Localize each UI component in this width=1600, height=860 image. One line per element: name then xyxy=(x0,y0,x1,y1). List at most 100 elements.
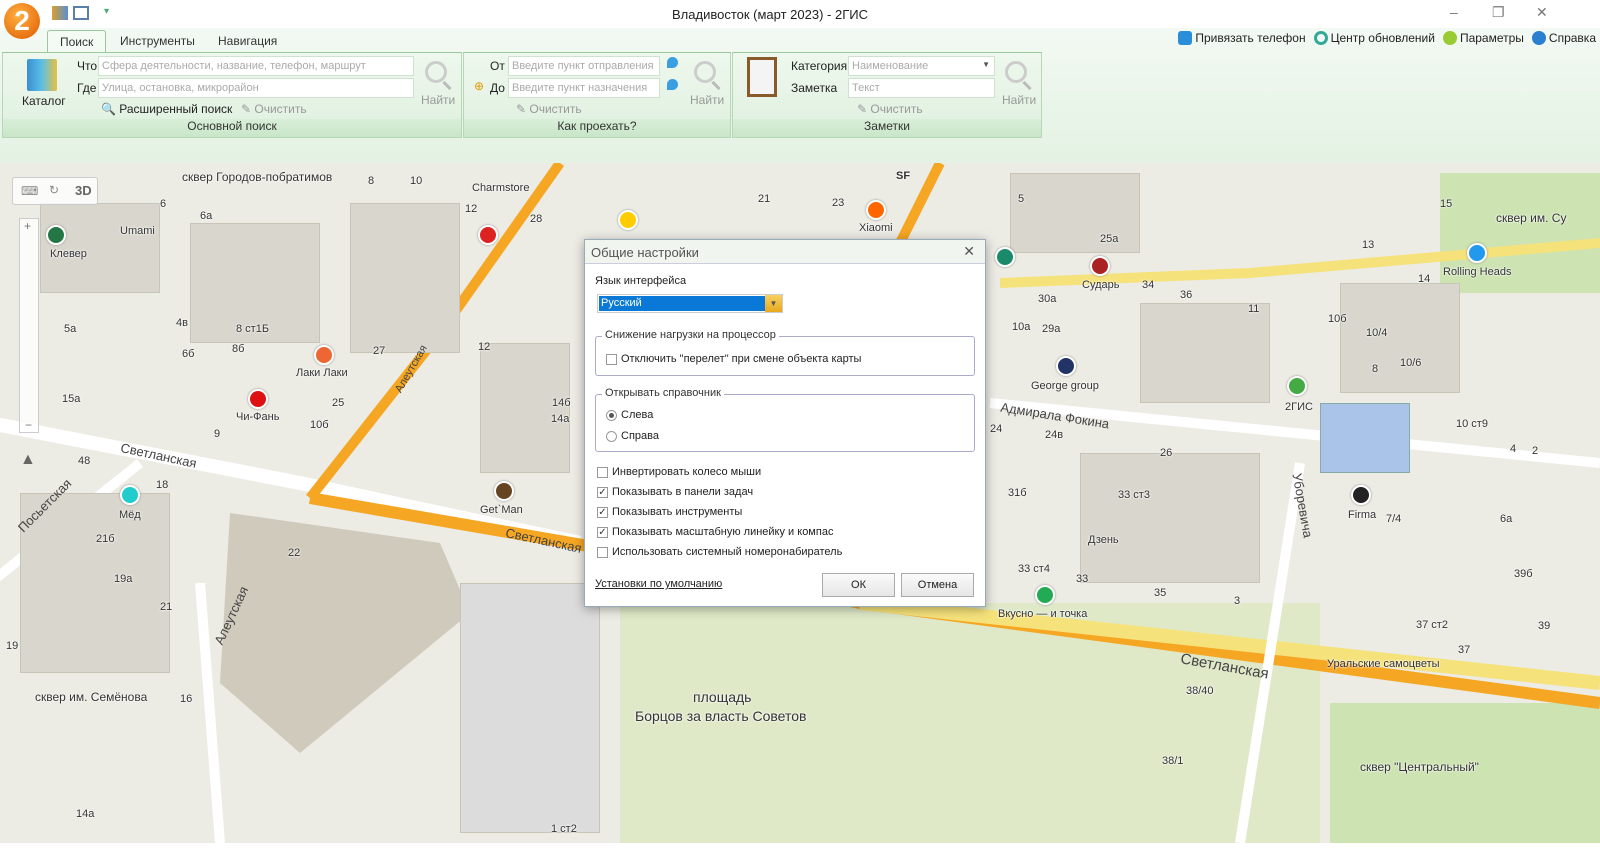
notes-clipboard-icon[interactable] xyxy=(747,57,777,97)
map-label[interactable]: George group xyxy=(1031,380,1099,392)
map-label[interactable]: Сударь xyxy=(1082,279,1119,291)
map-label[interactable]: Уральские самоцветы xyxy=(1327,658,1440,670)
to-input[interactable]: Введите пункт назначения xyxy=(508,78,660,98)
poi-icon[interactable] xyxy=(478,225,498,245)
restore-defaults-link[interactable]: Установки по умолчанию xyxy=(595,578,722,590)
link-update-center[interactable]: Центр обновлений xyxy=(1313,31,1435,45)
advanced-search-button[interactable]: 🔍 Расширенный поиск xyxy=(101,102,232,116)
tab-navigation[interactable]: Навигация xyxy=(206,30,289,52)
poi-icon[interactable] xyxy=(120,485,140,505)
map-label[interactable]: SF xyxy=(896,170,910,182)
zoom-in-button[interactable]: + xyxy=(24,219,31,233)
route-clear-button[interactable]: ✎ Очистить xyxy=(516,102,582,116)
poi-icon[interactable] xyxy=(1035,585,1055,605)
ok-button[interactable]: ОК xyxy=(822,573,895,597)
route-find-button[interactable]: Найти xyxy=(690,93,724,107)
poi-icon[interactable] xyxy=(1090,256,1110,276)
map-label[interactable]: Мёд xyxy=(119,509,141,521)
checkbox[interactable]: ✓ xyxy=(597,526,608,538)
poi-icon[interactable] xyxy=(1056,356,1076,376)
map-label[interactable]: Вкусно — и точка xyxy=(998,608,1087,620)
map-label[interactable]: сквер им. Су xyxy=(1496,211,1566,225)
find-button[interactable]: Найти xyxy=(421,93,455,107)
map-label[interactable]: Дзень xyxy=(1088,534,1119,546)
link-parameters[interactable]: Параметры xyxy=(1442,31,1524,45)
where-input[interactable]: Улица, остановка, микрорайон xyxy=(98,78,414,98)
map-label[interactable]: Umami xyxy=(120,225,155,237)
checkbox[interactable] xyxy=(606,353,617,365)
map-label[interactable]: площадь xyxy=(693,689,751,705)
link-help[interactable]: Справка xyxy=(1531,31,1596,45)
chevron-down-icon[interactable]: ▼ xyxy=(765,295,782,312)
poi-icon[interactable] xyxy=(494,481,514,501)
radio-left[interactable]: Слева xyxy=(606,409,653,421)
route-find-icon[interactable] xyxy=(694,61,716,83)
disable-flight-checkbox[interactable]: Отключить "перелет" при смене объекта ка… xyxy=(606,353,861,365)
language-select[interactable]: Русский ▼ xyxy=(597,294,783,313)
map-label[interactable]: Firma xyxy=(1348,509,1376,521)
checkbox[interactable] xyxy=(597,466,608,478)
radio-right[interactable]: Справа xyxy=(606,430,659,442)
clear-button[interactable]: ✎ Очистить xyxy=(241,102,307,116)
pick-to-icon[interactable] xyxy=(667,79,678,90)
zoom-out-button[interactable]: − xyxy=(25,418,32,432)
poi-icon[interactable] xyxy=(866,200,886,220)
poi-icon[interactable] xyxy=(1287,376,1307,396)
catalog-button[interactable]: Каталог xyxy=(22,94,66,108)
notes-find-button[interactable]: Найти xyxy=(1002,93,1036,107)
option-checkbox[interactable]: Инвертировать колесо мыши xyxy=(597,466,761,478)
map-label[interactable]: сквер им. Семёнова xyxy=(35,690,147,704)
tab-search[interactable]: Поиск xyxy=(47,30,107,52)
notes-find-icon[interactable] xyxy=(1005,61,1027,83)
poi-icon[interactable] xyxy=(314,345,334,365)
pick-from-icon[interactable] xyxy=(667,57,678,68)
option-checkbox[interactable]: ✓ Показывать масштабную линейку и компас xyxy=(597,526,833,538)
dialog-close-button[interactable]: ✕ xyxy=(963,243,975,260)
poi-icon[interactable] xyxy=(1351,485,1371,505)
rotate-icon[interactable]: ↻ xyxy=(49,183,59,197)
what-input[interactable]: Сфера деятельности, название, телефон, м… xyxy=(98,56,414,76)
poi-icon[interactable] xyxy=(248,389,268,409)
poi-icon[interactable] xyxy=(995,247,1015,267)
radio[interactable] xyxy=(606,409,617,421)
minimize-button[interactable]: – xyxy=(1450,4,1458,20)
restore-button[interactable]: ❐ xyxy=(1492,4,1505,21)
cancel-button[interactable]: Отмена xyxy=(901,573,974,597)
route-search-icon[interactable]: ⊕ xyxy=(474,79,484,93)
map-label[interactable]: Charmstore xyxy=(472,182,529,194)
app-logo[interactable]: 2 xyxy=(4,3,40,39)
note-input[interactable]: Текст xyxy=(848,78,995,98)
keyboard-icon[interactable]: ⌨ xyxy=(21,184,38,198)
radio[interactable] xyxy=(606,430,617,442)
option-checkbox[interactable]: Использовать системный номеронабиратель xyxy=(597,546,842,558)
map-label[interactable]: Rolling Heads xyxy=(1443,266,1511,278)
map-label[interactable]: Get`Man xyxy=(480,504,523,516)
checkbox[interactable]: ✓ xyxy=(597,506,608,518)
map-label[interactable]: Клевер xyxy=(50,248,87,260)
poi-icon[interactable] xyxy=(1467,243,1487,263)
compass-icon[interactable]: ▲ xyxy=(20,451,36,469)
search-icon[interactable] xyxy=(425,61,447,83)
map-label[interactable]: Лаки Лаки xyxy=(296,367,348,379)
link-bind-phone[interactable]: Привязать телефон xyxy=(1178,31,1306,45)
close-button[interactable]: ✕ xyxy=(1536,4,1548,21)
option-checkbox[interactable]: ✓ Показывать в панели задач xyxy=(597,486,753,498)
map-label[interactable]: 2ГИС xyxy=(1285,401,1313,413)
checkbox[interactable] xyxy=(597,546,608,558)
map-label[interactable]: Чи-Фань xyxy=(236,411,279,423)
poi-icon[interactable] xyxy=(618,210,638,230)
category-select[interactable]: Наименование ▼ xyxy=(848,56,995,76)
option-checkbox[interactable]: ✓ Показывать инструменты xyxy=(597,506,742,518)
zoom-slider[interactable]: + − xyxy=(19,218,39,433)
notes-clear-button[interactable]: ✎ Очистить xyxy=(857,102,923,116)
poi-icon[interactable] xyxy=(46,225,66,245)
catalog-icon[interactable] xyxy=(27,59,57,91)
map-label[interactable]: Xiaomi xyxy=(859,222,893,234)
3d-button[interactable]: 3D xyxy=(75,183,92,198)
map-label[interactable]: сквер Городов-побратимов xyxy=(182,170,332,184)
map-label[interactable]: сквер "Центральный" xyxy=(1360,760,1479,774)
tab-tools[interactable]: Инструменты xyxy=(108,30,207,52)
from-input[interactable]: Введите пункт отправления xyxy=(508,56,660,76)
map-label[interactable]: Борцов за власть Советов xyxy=(635,708,806,724)
checkbox[interactable]: ✓ xyxy=(597,486,608,498)
